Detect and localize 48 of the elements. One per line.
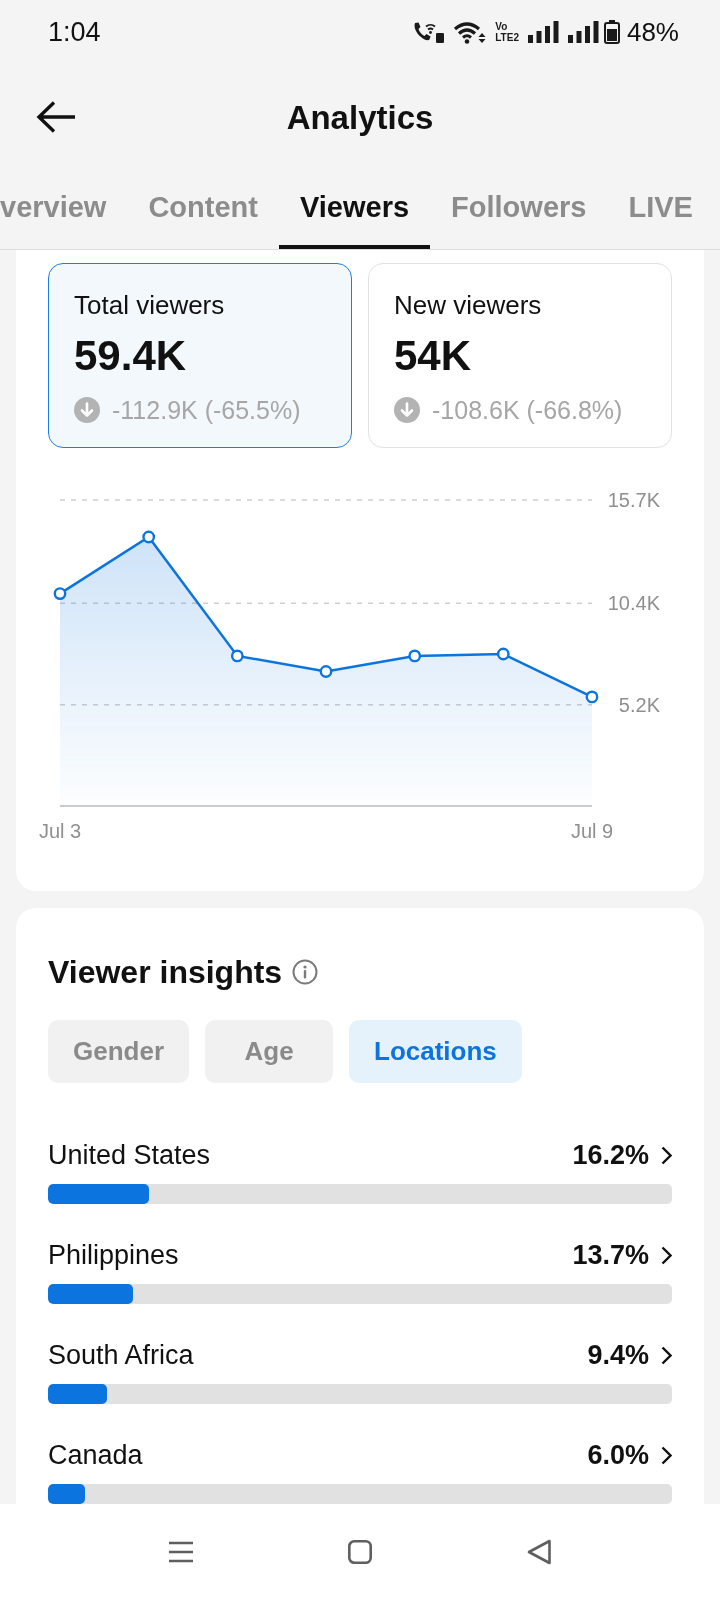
change-text: -108.6K (-66.8%) — [432, 395, 623, 426]
back-triangle-icon[interactable] — [526, 1539, 552, 1565]
percent-value: 9.4% — [587, 1339, 649, 1372]
back-arrow-icon — [36, 100, 76, 134]
filter-tab[interactable]: Age — [205, 1020, 334, 1083]
tab[interactable]: Content — [127, 170, 279, 249]
x-axis-label: Jul 3 — [38, 820, 82, 842]
country-name: United States — [48, 1139, 211, 1172]
page-title: Analytics — [286, 100, 434, 134]
battery-percent: 48% — [626, 19, 679, 45]
signal-bars-icon — [567, 21, 599, 43]
info-icon[interactable] — [292, 959, 319, 985]
signal-bars-icon — [527, 21, 559, 43]
metric-value: 59.4K — [74, 332, 187, 380]
metric-card[interactable]: New viewers 54K -108.6K (-66.8%) — [368, 263, 672, 448]
menu-icon[interactable] — [168, 1541, 193, 1563]
percent-value: 16.2% — [572, 1139, 649, 1172]
x-axis-label: Jul 9 — [570, 820, 614, 842]
y-axis-label: 15.7K — [607, 489, 660, 511]
country-name: South Africa — [48, 1339, 194, 1372]
percent-value: 6.0% — [587, 1439, 649, 1472]
percent-value: 13.7% — [572, 1239, 649, 1272]
volte-label: Vo LTE2 — [495, 21, 519, 43]
home-square-icon[interactable] — [347, 1540, 372, 1564]
country-name: Philippines — [48, 1239, 179, 1272]
tab[interactable]: verview — [0, 170, 128, 249]
change-text: -112.9K (-65.5%) — [112, 395, 301, 426]
back-button[interactable] — [36, 100, 76, 134]
chevron-right-icon[interactable] — [661, 1345, 672, 1365]
metric-card[interactable]: Total viewers 59.4K -112.9K (-65.5%) — [48, 263, 352, 448]
section-title: Viewer insights — [48, 953, 283, 992]
metric-value: 54K — [394, 332, 472, 380]
tab[interactable]: LIVE — [607, 170, 714, 249]
battery-icon — [603, 20, 620, 44]
wifi-icon — [453, 20, 487, 44]
chevron-right-icon[interactable] — [661, 1245, 672, 1265]
filter-tab[interactable]: Gender — [48, 1020, 190, 1083]
tab[interactable]: Followers — [430, 170, 608, 249]
y-axis-label: 10.4K — [607, 592, 660, 615]
y-axis-label: 5.2K — [618, 693, 660, 716]
metric-label: Total viewers — [74, 289, 225, 322]
chevron-right-icon[interactable] — [661, 1445, 672, 1465]
time-text: 1:04 — [48, 18, 101, 46]
metric-label: New viewers — [394, 289, 542, 322]
filter-tab[interactable]: Locations — [349, 1020, 522, 1083]
chevron-right-icon[interactable] — [661, 1145, 672, 1165]
country-name: Canada — [48, 1439, 143, 1472]
wifi-calling-icon — [412, 21, 445, 43]
